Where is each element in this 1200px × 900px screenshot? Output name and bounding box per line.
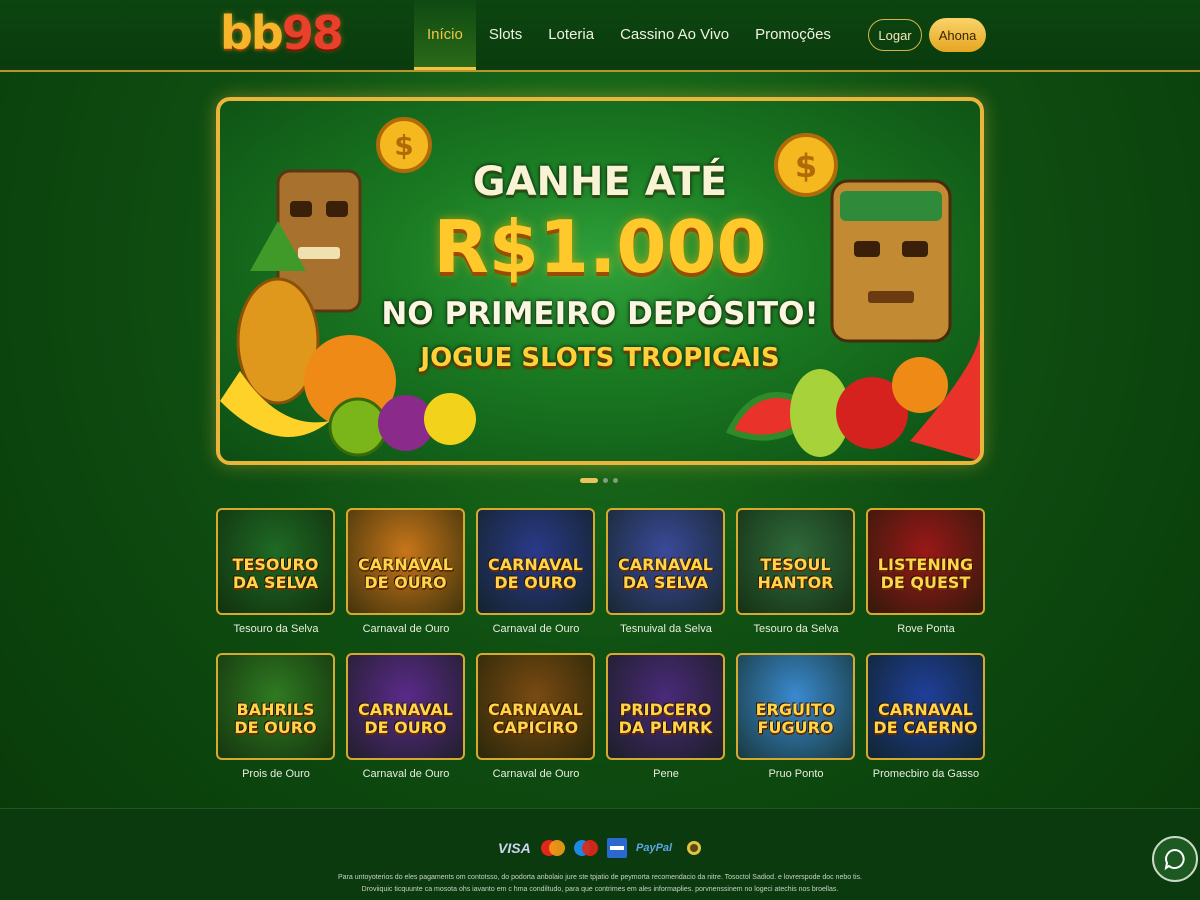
promo-banner[interactable]: $ $ GANHE ATÉ R$1.000 NO PRIMEIRO DEPÓSI… — [216, 97, 984, 465]
paypal-icon: PayPal — [636, 842, 673, 854]
game-name[interactable]: Carnaval de Ouro — [466, 768, 606, 780]
legal-line-2: Droviiquic ticquunte ca mosota ohs iavan… — [361, 886, 839, 893]
game-card[interactable]: ERGUITO FUGURO — [736, 653, 855, 760]
visa-icon: VISA — [498, 840, 531, 856]
nav-slots[interactable]: Slots — [476, 0, 535, 70]
game-card-art-title: ERGUITO FUGURO — [755, 700, 836, 737]
chat-icon — [1164, 848, 1185, 870]
legal-line-1: Para untoyoterios do eles pagaments om c… — [337, 874, 863, 881]
game-name[interactable]: Tesnuival da Selva — [596, 623, 736, 635]
game-card[interactable]: CARNAVAL DE OURO — [346, 653, 465, 760]
game-card[interactable]: CARNAVAL DE CAERNO — [866, 653, 985, 760]
game-card-art-title: TESOUL HANTOR — [757, 555, 834, 592]
main-nav: Início Slots Loteria Cassino Ao Vivo Pro… — [414, 0, 844, 70]
join-button[interactable]: Ahona — [929, 18, 986, 52]
amex-icon — [606, 836, 628, 860]
game-card-art-title: TESOURO DA SELVA — [232, 555, 319, 592]
game-name[interactable]: Tesouro da Selva — [726, 623, 866, 635]
game-card-art-title: CARNAVAL DE OURO — [357, 700, 453, 737]
game-name[interactable]: Promecbiro da Gasso — [856, 768, 996, 780]
game-card[interactable]: TESOURO DA SELVA — [216, 508, 335, 615]
age-restriction-icon — [686, 836, 702, 860]
banner-amount: R$1.000 — [433, 205, 767, 289]
banner-tagline: JOGUE SLOTS TROPICAIS — [420, 343, 780, 373]
game-name[interactable]: Carnaval de Ouro — [466, 623, 606, 635]
game-card[interactable]: BAHRILS DE OURO — [216, 653, 335, 760]
game-card-art-title: BAHRILS DE OURO — [234, 700, 317, 737]
site-logo[interactable]: bb98 — [220, 6, 344, 66]
game-card-art-title: LISTENING DE QUEST — [877, 555, 974, 592]
game-name[interactable]: Carnaval de Ouro — [336, 768, 476, 780]
chat-button[interactable] — [1152, 836, 1198, 882]
game-name[interactable]: Pene — [596, 768, 736, 780]
game-card-art-title: CARNAVAL DE OURO — [487, 555, 583, 592]
banner-subheadline: NO PRIMEIRO DEPÓSITO! — [381, 296, 819, 332]
game-card[interactable]: LISTENING DE QUEST — [866, 508, 985, 615]
game-name[interactable]: Pruo Ponto — [726, 768, 866, 780]
game-card[interactable]: CARNAVAL CAPICIRO — [476, 653, 595, 760]
game-card-art-title: CARNAVAL CAPICIRO — [487, 700, 583, 737]
legal-text: Para untoyoterios do eles pagaments om c… — [300, 872, 900, 896]
nav-loteria[interactable]: Loteria — [535, 0, 607, 70]
game-card[interactable]: CARNAVAL DA SELVA — [606, 508, 725, 615]
game-card-art-title: CARNAVAL DA SELVA — [617, 555, 713, 592]
login-button[interactable]: Logar — [868, 19, 922, 51]
game-name[interactable]: Tesouro da Selva — [206, 623, 346, 635]
carousel-dot-3[interactable] — [613, 478, 618, 483]
nav-promocoes[interactable]: Promoções — [742, 0, 844, 70]
mastercard-icon — [540, 836, 566, 860]
banner-headline: GANHE ATÉ — [472, 159, 728, 205]
game-card[interactable]: PRIDCERO DA PLMRK — [606, 653, 725, 760]
nav-cassino-ao-vivo[interactable]: Cassino Ao Vivo — [607, 0, 742, 70]
logo-text-98: 98 — [281, 6, 344, 60]
game-name[interactable]: Carnaval de Ouro — [336, 623, 476, 635]
game-card[interactable]: CARNAVAL DE OURO — [346, 508, 465, 615]
site-header: bb98 Início Slots Loteria Cassino Ao Viv… — [0, 0, 1200, 72]
carousel-dot-2[interactable] — [603, 478, 608, 483]
game-card-art-title: PRIDCERO DA PLMRK — [618, 700, 713, 737]
maestro-icon — [573, 836, 599, 860]
logo-text-bb: bb — [220, 6, 284, 60]
game-name[interactable]: Prois de Ouro — [206, 768, 346, 780]
game-name[interactable]: Rove Ponta — [856, 623, 996, 635]
game-card[interactable]: TESOUL HANTOR — [736, 508, 855, 615]
game-card[interactable]: CARNAVAL DE OURO — [476, 508, 595, 615]
game-card-art-title: CARNAVAL DE CAERNO — [873, 700, 978, 737]
svg-text:$: $ — [394, 129, 413, 162]
nav-inicio[interactable]: Início — [414, 0, 476, 70]
carousel-dots — [580, 478, 618, 483]
game-card-art-title: CARNAVAL DE OURO — [357, 555, 453, 592]
carousel-dot-1[interactable] — [580, 478, 598, 483]
